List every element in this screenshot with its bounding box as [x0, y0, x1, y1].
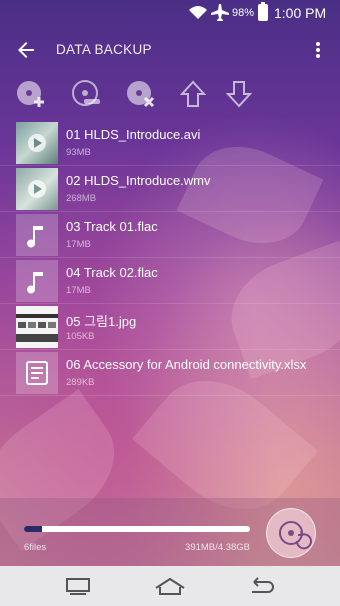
back-arrow-icon[interactable]: [14, 38, 38, 62]
clock: 1:00 PM: [274, 5, 327, 21]
remove-disc-icon[interactable]: [124, 78, 158, 110]
file-size: 93MB: [66, 147, 91, 158]
battery-icon: [258, 2, 268, 21]
file-size: 289KB: [66, 377, 95, 388]
status-bar: 98% 1:00 PM: [0, 0, 340, 24]
battery-percent: 98%: [232, 7, 255, 19]
size-summary: 391MB/4.38GB: [185, 542, 250, 553]
action-bar: DATA BACKUP: [0, 28, 340, 72]
file-size: 105KB: [66, 331, 95, 342]
back-nav-icon[interactable]: [242, 574, 282, 598]
file-name: 03 Track 01.flac: [66, 219, 158, 234]
file-name: 04 Track 02.flac: [66, 265, 158, 280]
files-count: 6files: [24, 542, 47, 553]
backup-progress-fill: [24, 526, 43, 532]
file-size: 268MB: [66, 193, 97, 204]
move-down-icon[interactable]: [222, 78, 256, 110]
file-name: 01 HLDS_Introduce.avi: [66, 127, 201, 142]
toolbar: [0, 74, 340, 114]
file-row-4[interactable]: 04 Track 02.flac 17MB: [0, 258, 340, 304]
page-title: DATA BACKUP: [56, 42, 152, 57]
image-thumbnail: [16, 306, 58, 348]
file-size: 17MB: [66, 285, 91, 296]
document-icon: [16, 352, 58, 394]
file-row-1[interactable]: 01 HLDS_Introduce.avi 93MB: [0, 120, 340, 166]
video-thumbnail: [16, 168, 58, 210]
disc-sync-icon: [279, 521, 312, 550]
start-backup-button[interactable]: [266, 508, 316, 558]
navigation-bar: [0, 566, 340, 606]
music-note-icon: [16, 260, 58, 302]
recent-apps-icon[interactable]: [58, 574, 98, 598]
overflow-menu-icon[interactable]: [308, 38, 328, 62]
app-screen: 98% 1:00 PM DATA BACKUP 01 HLDS_Introduc…: [0, 0, 340, 566]
file-row-2[interactable]: 02 HLDS_Introduce.wmv 268MB: [0, 166, 340, 212]
file-row-3[interactable]: 03 Track 01.flac 17MB: [0, 212, 340, 258]
music-note-icon: [16, 214, 58, 256]
airplane-mode-icon: [211, 4, 229, 21]
backup-progress-bar: [24, 526, 250, 532]
file-row-6[interactable]: 06 Accessory for Android connectivity.xl…: [0, 350, 340, 396]
disc-search-icon[interactable]: [70, 78, 104, 110]
add-disc-icon[interactable]: [14, 78, 48, 110]
file-name: 06 Accessory for Android connectivity.xl…: [66, 357, 307, 372]
file-name: 02 HLDS_Introduce.wmv: [66, 173, 211, 188]
file-size: 17MB: [66, 239, 91, 250]
move-up-icon[interactable]: [176, 78, 210, 110]
file-name: 05 그림1.jpg: [66, 314, 137, 329]
video-thumbnail: [16, 122, 58, 164]
file-row-5[interactable]: 05 그림1.jpg 105KB: [0, 304, 340, 350]
wifi-icon: [189, 6, 207, 19]
home-icon[interactable]: [150, 574, 190, 598]
